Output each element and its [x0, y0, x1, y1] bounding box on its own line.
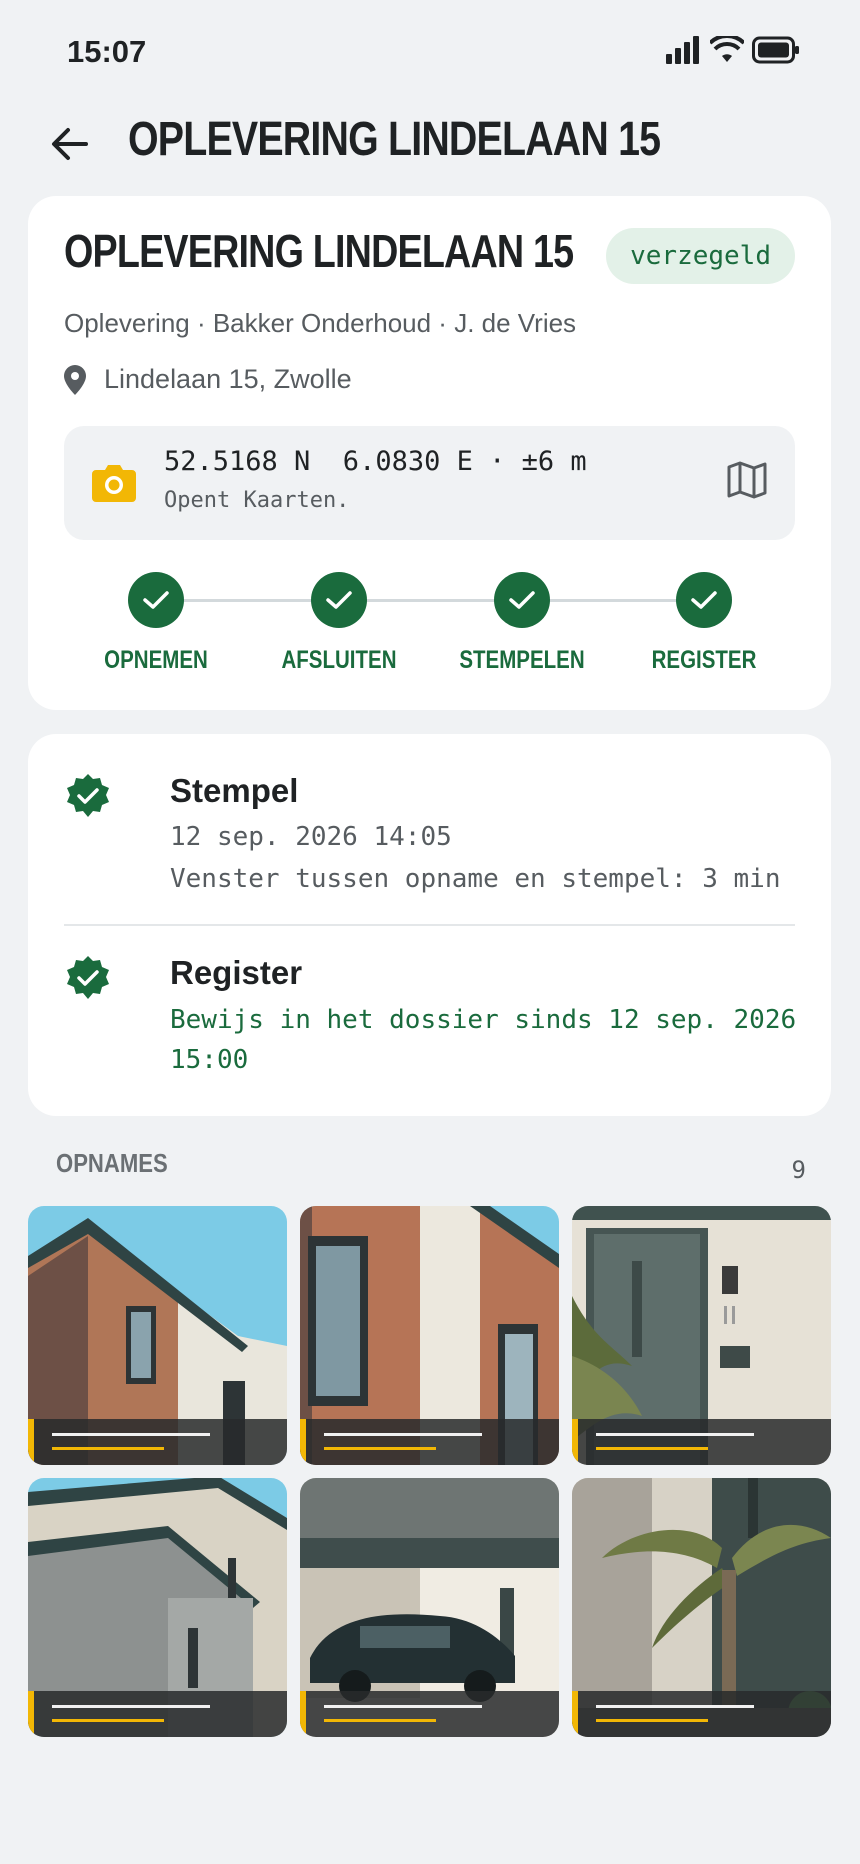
arrow-left-icon	[52, 128, 88, 160]
project-card: OPLEVERING LINDELAAN 15 verzegeld Opleve…	[28, 196, 831, 710]
timeline-detail: Venster tussen opname en stempel: 3 min	[170, 864, 781, 894]
photo-caption-bar	[572, 1419, 831, 1465]
camera-icon	[92, 465, 136, 502]
photo-thumbnail[interactable]	[28, 1478, 287, 1737]
check-icon	[128, 572, 184, 628]
check-icon	[494, 572, 550, 628]
timeline-item-stempel: Stempel 12 sep. 2026 14:05 Venster tusse…	[64, 772, 795, 912]
status-bar: 15:07	[0, 0, 860, 104]
photo-thumbnail[interactable]	[572, 1478, 831, 1737]
step-stempelen: STEMPELEN	[432, 572, 612, 675]
status-time: 15:07	[67, 34, 147, 69]
step-register: REGISTER	[614, 572, 794, 675]
verified-icon	[67, 956, 109, 999]
location-pin-icon	[64, 364, 86, 395]
timeline-timestamp: Bewijs in het dossier sinds 12 sep. 2026…	[170, 1005, 797, 1075]
photo-thumbnail[interactable]	[300, 1206, 559, 1465]
check-icon	[311, 572, 367, 628]
check-icon	[676, 572, 732, 628]
page-title: OPLEVERING LINDELAAN 15	[128, 113, 661, 166]
timeline-title: Register	[170, 954, 303, 991]
geo-location-box[interactable]: 52.5168 N 6.0830 E · ±6 m Opent Kaarten.	[64, 426, 795, 540]
step-label: OPNEMEN	[104, 646, 208, 674]
photos-header: OPNAMES 9	[56, 1148, 806, 1184]
gps-hint: Opent Kaarten.	[164, 488, 350, 513]
address: Lindelaan 15, Zwolle	[64, 364, 352, 395]
step-label: STEMPELEN	[459, 646, 585, 674]
photo-thumbnail[interactable]	[300, 1478, 559, 1737]
photo-caption-bar	[28, 1419, 287, 1465]
timeline-timestamp: 12 sep. 2026 14:05	[170, 822, 452, 852]
step-label: AFSLUITEN	[281, 646, 397, 674]
back-button[interactable]	[40, 114, 100, 174]
map-icon[interactable]	[727, 460, 767, 500]
status-badge: verzegeld	[606, 228, 795, 284]
app-bar: OPLEVERING LINDELAAN 15	[0, 104, 860, 194]
timeline-item-register: Register Bewijs in het dossier sinds 12 …	[64, 954, 796, 1084]
timeline-card: Stempel 12 sep. 2026 14:05 Venster tusse…	[28, 734, 831, 1116]
photo-caption-bar	[300, 1419, 559, 1465]
photo-thumbnail[interactable]	[28, 1206, 287, 1465]
photo-caption-bar	[300, 1691, 559, 1737]
project-meta: Oplevering · Bakker Onderhoud · J. de Vr…	[64, 308, 577, 338]
verified-icon	[67, 774, 109, 817]
address-text: Lindelaan 15, Zwolle	[104, 364, 352, 394]
step-label: REGISTER	[651, 646, 757, 674]
step-opnemen: OPNEMEN	[66, 572, 246, 675]
divider	[64, 924, 795, 926]
signal-icon	[666, 36, 699, 64]
photos-title: OPNAMES	[56, 1148, 168, 1178]
timeline-title: Stempel	[170, 772, 299, 809]
photos-count: 9	[791, 1156, 806, 1184]
photo-caption-bar	[28, 1691, 287, 1737]
step-afsluiten: AFSLUITEN	[249, 572, 429, 675]
progress-steps: OPNEMEN AFSLUITEN STEMPELEN REGISTER	[28, 572, 831, 682]
gps-coordinates: 52.5168 N 6.0830 E · ±6 m	[164, 446, 587, 477]
wifi-icon	[710, 36, 744, 62]
battery-icon	[752, 36, 799, 64]
photo-caption-bar	[572, 1691, 831, 1737]
status-icons	[666, 36, 800, 64]
photo-thumbnail[interactable]	[572, 1206, 831, 1465]
project-title: OPLEVERING LINDELAAN 15	[64, 225, 574, 277]
